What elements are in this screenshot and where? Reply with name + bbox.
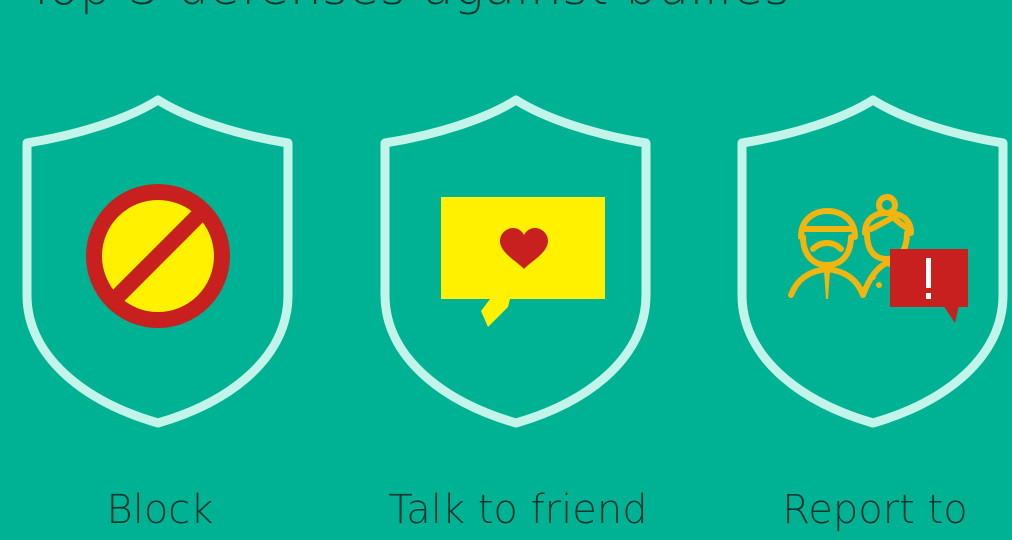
defense-label-block: Block <box>106 487 214 533</box>
defense-card-report-to: Report to <box>735 95 1012 540</box>
defense-card-block: Block <box>20 95 300 540</box>
chat-heart-icon <box>441 197 605 327</box>
block-icon <box>86 184 230 328</box>
defense-label-report-to: Report to <box>782 487 968 533</box>
report-adults-icon <box>788 194 968 323</box>
defense-label-talk-to-friend: Talk to friend <box>388 487 648 533</box>
defense-card-talk-to-friend: Talk to friend <box>378 95 658 540</box>
page-title: Top 3 defenses against bullies <box>26 0 791 16</box>
